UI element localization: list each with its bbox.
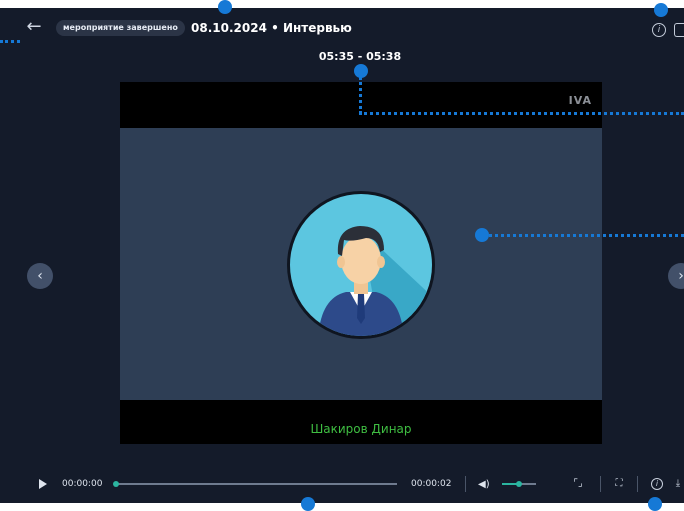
download-icon[interactable]: ⤓ — [672, 478, 684, 490]
status-badge: мероприятие завершено — [56, 20, 185, 36]
user-avatar-icon — [287, 191, 435, 339]
panel-toggle-icon[interactable] — [674, 23, 684, 37]
time-interval: 05:35 - 05:38 — [318, 50, 402, 63]
header: ← мероприятие завершено 08.10.2024 • Инт… — [0, 8, 684, 46]
chevron-left-icon: ‹ — [37, 268, 43, 284]
info-icon[interactable]: i — [652, 23, 666, 37]
annotation-marker — [648, 497, 662, 511]
annotation-line — [489, 234, 684, 237]
annotation-marker — [354, 64, 368, 78]
bottom-margin — [0, 503, 684, 511]
divider — [600, 476, 601, 492]
speaker-name: Шакиров Динар — [310, 422, 412, 436]
player-window: ← мероприятие завершено 08.10.2024 • Инт… — [0, 0, 684, 511]
divider — [465, 476, 466, 492]
annotation-marker — [475, 228, 489, 242]
play-icon[interactable] — [39, 479, 47, 489]
fit-screen-icon[interactable]: ⌜⌟ — [572, 478, 584, 490]
annotation-marker — [301, 497, 315, 511]
annotation-line — [0, 40, 20, 43]
chevron-right-icon: › — [678, 268, 684, 284]
volume-slider[interactable] — [502, 481, 536, 487]
page-title: 08.10.2024 • Интервью — [191, 21, 352, 35]
iva-logo: IVA — [568, 94, 592, 107]
progress-bar[interactable] — [113, 481, 397, 487]
video-frame[interactable]: IVA Шакиров Динар — [120, 82, 602, 444]
progress-knob[interactable] — [113, 481, 119, 487]
annotation-marker — [654, 3, 668, 17]
annotation-line — [359, 112, 684, 115]
total-time: 00:00:02 — [411, 479, 452, 489]
annotation-line — [359, 77, 362, 114]
player-controls: 00:00:00 00:00:02 ◀︎) ⌜⌟ ⛶ i ⤓ — [0, 471, 684, 497]
volume-icon[interactable]: ◀︎) — [478, 479, 490, 490]
prev-arrow-button[interactable]: ‹ — [27, 263, 53, 289]
volume-knob[interactable] — [516, 481, 522, 487]
next-arrow-button[interactable]: › — [668, 263, 684, 289]
info-icon[interactable]: i — [651, 478, 663, 490]
video-stage — [120, 128, 602, 400]
annotation-marker — [218, 0, 232, 14]
back-arrow-icon[interactable]: ← — [24, 18, 44, 36]
current-time: 00:00:00 — [62, 479, 103, 489]
top-margin — [0, 0, 684, 8]
divider — [637, 476, 638, 492]
fullscreen-icon[interactable]: ⛶ — [613, 478, 625, 490]
